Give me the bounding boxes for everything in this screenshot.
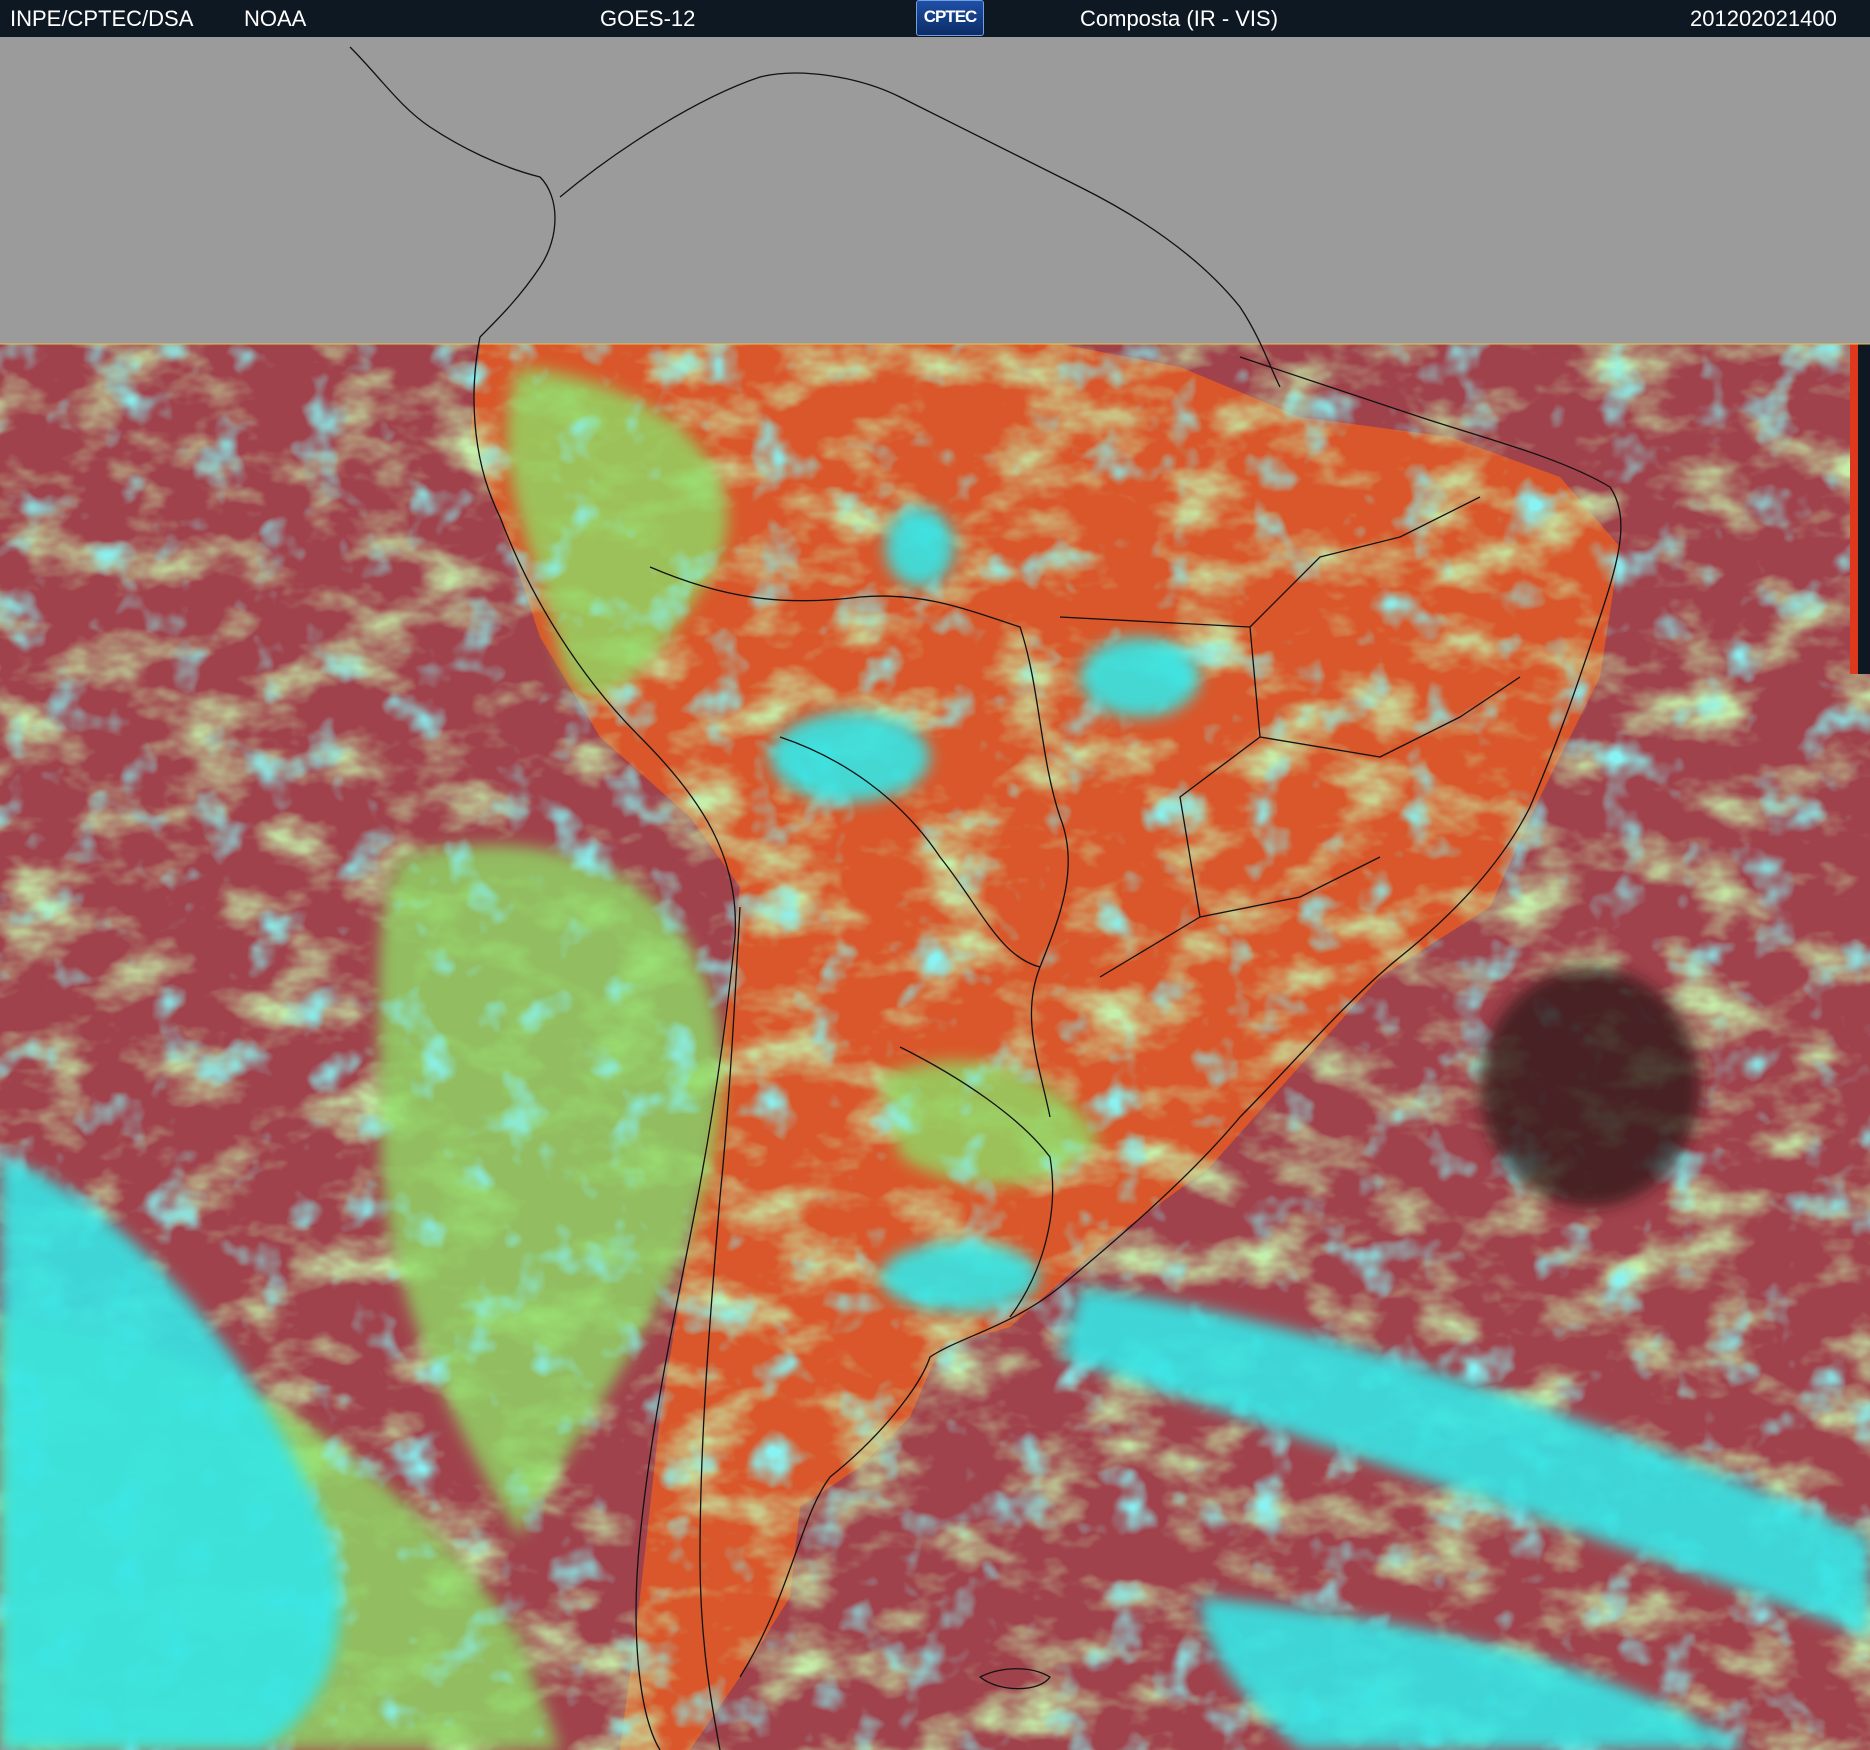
satellite-label: GOES-12: [600, 6, 696, 31]
dry-air-patch: [1480, 967, 1700, 1207]
timestamp-label: 201202021400: [1690, 6, 1837, 31]
image-header: INPE/CPTEC/DSA NOAA GOES-12 CPTEC Compos…: [0, 0, 1870, 37]
cptec-logo-text: CPTEC: [923, 7, 978, 26]
partner-label: NOAA: [244, 6, 307, 31]
product-label: Composta (IR - VIS): [1080, 6, 1279, 31]
imagery-layer: [0, 344, 1870, 1750]
agency-label: INPE/CPTEC/DSA: [10, 6, 194, 31]
cptec-logo: CPTEC: [916, 0, 984, 36]
satellite-map: [0, 37, 1870, 1750]
scan-edge-dark: [1858, 344, 1870, 674]
scan-edge-red: [1850, 344, 1858, 674]
no-data-area: [0, 37, 1870, 344]
